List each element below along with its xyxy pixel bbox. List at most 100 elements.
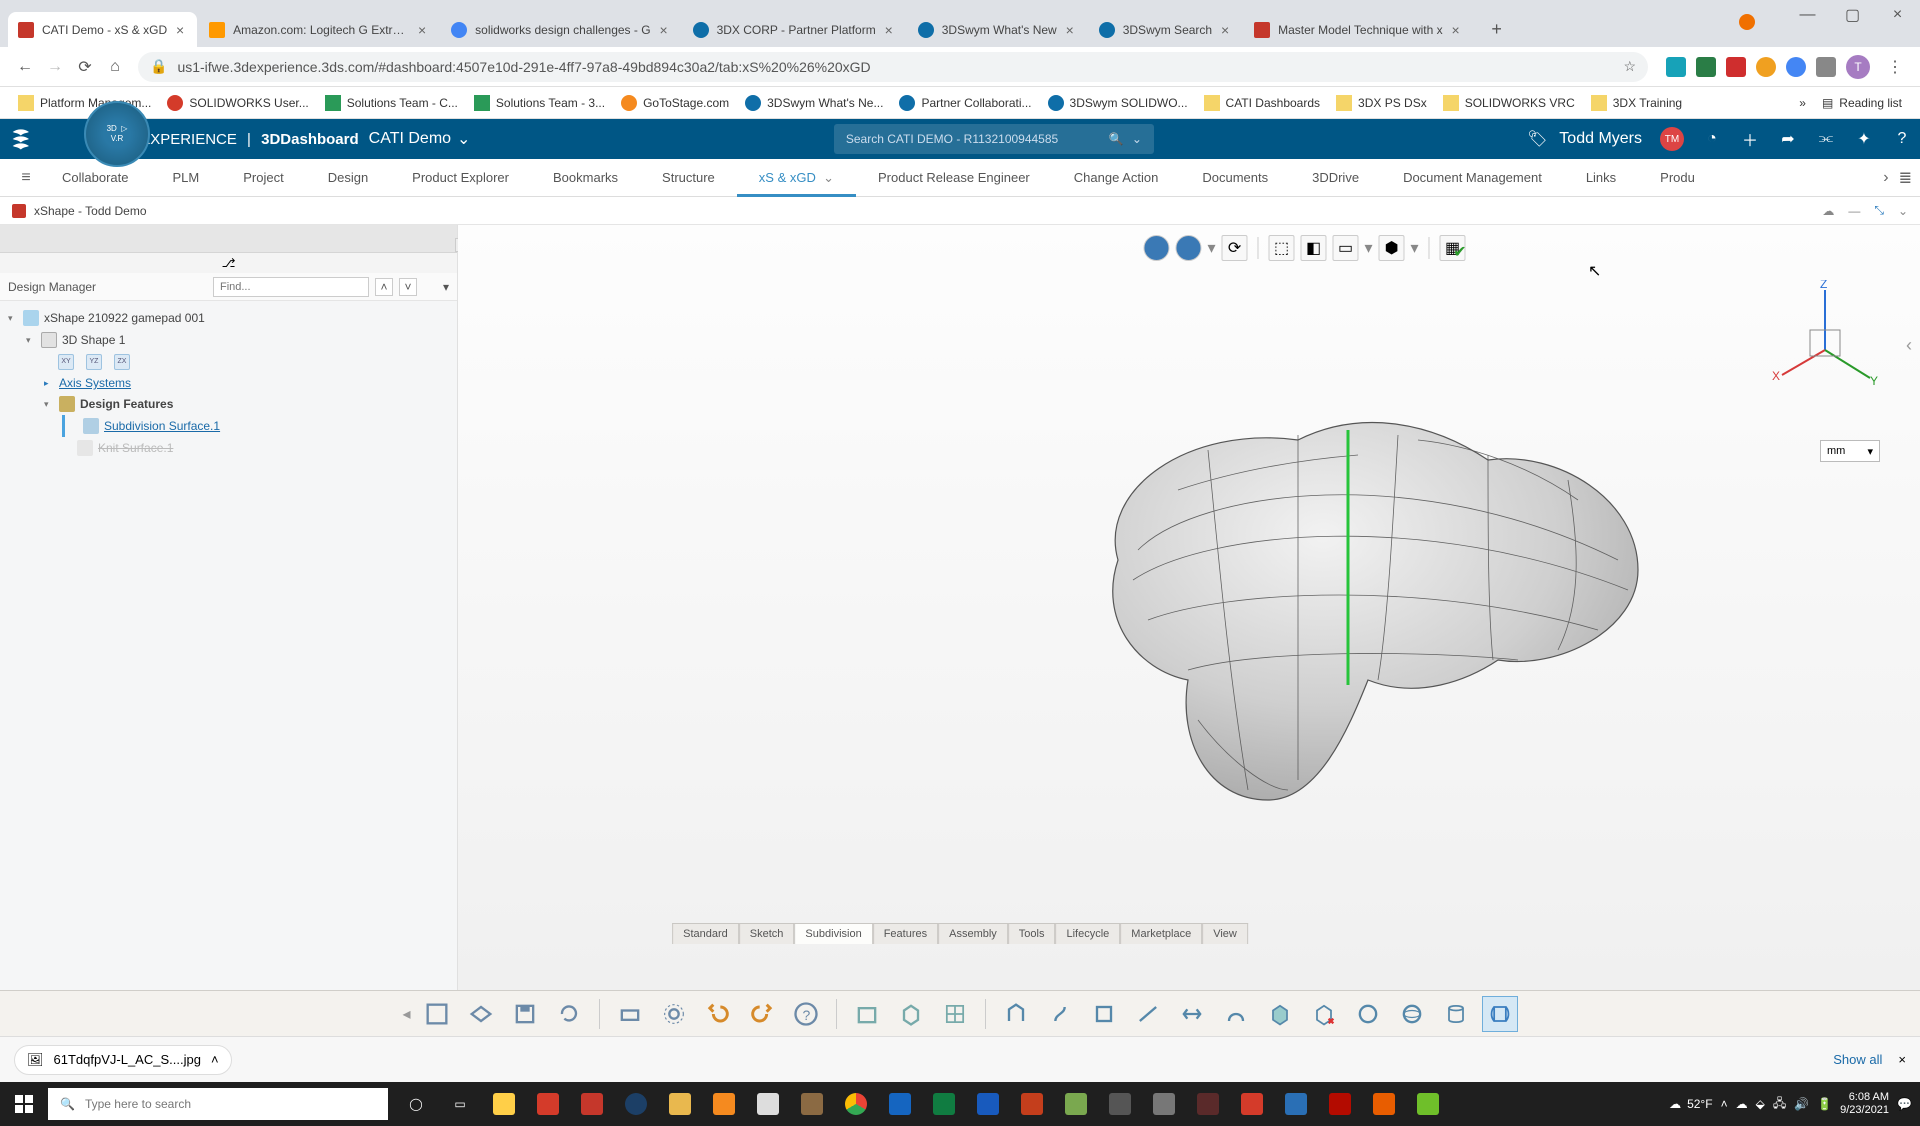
taskbar-app-icon[interactable]: [570, 1082, 614, 1126]
cmd-open-icon[interactable]: [463, 996, 499, 1032]
battery-icon[interactable]: 🔋: [1817, 1097, 1832, 1111]
cmd-globe-icon[interactable]: [1394, 996, 1430, 1032]
cmd-tab-assembly[interactable]: Assembly: [938, 923, 1008, 944]
taskbar-app-icon[interactable]: [790, 1082, 834, 1126]
dashboard-tab-product-explorer[interactable]: Product Explorer: [390, 159, 531, 196]
compass-icon[interactable]: 3D ▷V.R: [84, 101, 150, 167]
dashboard-tab-xs-xgd[interactable]: xS & xGD ⌄: [737, 159, 856, 196]
cmd-solid-icon[interactable]: [1262, 996, 1298, 1032]
cmd-tab-marketplace[interactable]: Marketplace: [1120, 923, 1202, 944]
cmd-tab-standard[interactable]: Standard: [672, 923, 739, 944]
cmd-redo-icon[interactable]: [744, 996, 780, 1032]
cmd-grid-icon[interactable]: [937, 996, 973, 1032]
weather-widget[interactable]: ☁ 52°F: [1669, 1097, 1712, 1111]
dashboard-tab-links[interactable]: Links: [1564, 159, 1638, 196]
close-tab-icon[interactable]: ×: [173, 23, 187, 37]
cmd-sphere-icon[interactable]: [1350, 996, 1386, 1032]
bookmark-item[interactable]: 3DX PS DSx: [1328, 91, 1435, 115]
cmd-delete-icon[interactable]: [1306, 996, 1342, 1032]
network-icon[interactable]: 🖧: [1773, 1094, 1786, 1115]
download-item[interactable]: 🖼 61TdqfpVJ-L_AC_S....jpg ˄: [14, 1045, 232, 1075]
nav-forward-button[interactable]: →: [40, 52, 70, 82]
extension-icon[interactable]: [1786, 57, 1806, 77]
dropdown-icon[interactable]: ▾: [1207, 238, 1215, 258]
dashboard-tab-product-release[interactable]: Product Release Engineer: [856, 159, 1052, 196]
chrome-icon[interactable]: [834, 1082, 878, 1126]
cortana-icon[interactable]: ▭: [438, 1082, 482, 1126]
plane-xy-icon[interactable]: XY: [58, 354, 74, 370]
cmd-revolve-icon[interactable]: [1042, 996, 1078, 1032]
show-all-downloads[interactable]: Show all: [1833, 1052, 1882, 1067]
3d-viewport[interactable]: ▾ ⟳ ⬚ ◧ ▭ ▾ ⬢ ▾ ✔▦ ↖: [458, 225, 1920, 990]
dropdown-icon[interactable]: ▾: [1411, 238, 1419, 258]
tabs-scroll-right-icon[interactable]: ›: [1883, 169, 1888, 187]
cmd-print-icon[interactable]: [612, 996, 648, 1032]
bookmark-item[interactable]: Partner Collaborati...: [891, 91, 1039, 115]
find-prev-button[interactable]: ˄: [375, 278, 393, 296]
chevron-up-icon[interactable]: ˄: [211, 1052, 219, 1067]
search-chevron-icon[interactable]: ⌄: [1132, 132, 1142, 146]
browser-tab[interactable]: 3DX CORP - Partner Platform ×: [683, 12, 906, 47]
cmd-extrude-icon[interactable]: [998, 996, 1034, 1032]
cmd-primitive-box-icon[interactable]: [849, 996, 885, 1032]
browser-tab[interactable]: 3DSwym What's New ×: [908, 12, 1087, 47]
view-select-icon[interactable]: ▭: [1333, 235, 1359, 261]
cmd-cylinder-icon[interactable]: [1438, 996, 1474, 1032]
dashboard-tab-collaborate[interactable]: Collaborate: [40, 159, 151, 196]
tree-root[interactable]: ▾ xShape 210922 gamepad 001: [8, 307, 449, 329]
browser-tab[interactable]: solidworks design challenges - G ×: [441, 12, 680, 47]
dashboard-tab-3ddrive[interactable]: 3DDrive: [1290, 159, 1381, 196]
view-box-icon[interactable]: ⬢: [1379, 235, 1405, 261]
notifications-icon[interactable]: ◔: [1702, 129, 1722, 149]
cmd-tab-sketch[interactable]: Sketch: [739, 923, 795, 944]
extension-icon[interactable]: [1726, 57, 1746, 77]
bookmark-item[interactable]: SOLIDWORKS VRC: [1435, 91, 1583, 115]
view-check-icon[interactable]: ✔▦: [1440, 235, 1466, 261]
close-window-button[interactable]: ×: [1875, 0, 1920, 30]
cmd-bend-icon[interactable]: [1218, 996, 1254, 1032]
taskbar-app-icon[interactable]: [746, 1082, 790, 1126]
browser-tab[interactable]: 3DSwym Search ×: [1089, 12, 1242, 47]
task-view-icon[interactable]: ◯: [394, 1082, 438, 1126]
address-bar[interactable]: 🔒 us1-ifwe.3dexperience.3ds.com/#dashboa…: [138, 52, 1648, 82]
taskbar-app-icon[interactable]: [1142, 1082, 1186, 1126]
right-panel-expand-icon[interactable]: ‹: [1906, 335, 1912, 356]
tree-node-subdiv[interactable]: Subdivision Surface.1: [62, 415, 449, 437]
tree-node-shape[interactable]: ▾ 3D Shape 1: [26, 329, 449, 351]
tree-node-axis[interactable]: ▸ Axis Systems: [44, 373, 449, 393]
solidworks-icon[interactable]: [1230, 1082, 1274, 1126]
acrobat-icon[interactable]: [1318, 1082, 1362, 1126]
tree-node-knit[interactable]: Knit Surface.1: [62, 437, 449, 459]
close-tab-icon[interactable]: ×: [1063, 23, 1077, 37]
cmd-tab-lifecycle[interactable]: Lifecycle: [1055, 923, 1120, 944]
ds-logo-icon[interactable]: [8, 125, 36, 153]
sidebar-toggle-icon[interactable]: ≡: [12, 169, 40, 187]
taskbar-app-icon[interactable]: [1054, 1082, 1098, 1126]
extension-icon[interactable]: [1696, 57, 1716, 77]
bookmark-item[interactable]: Solutions Team - 3...: [466, 91, 613, 115]
cmd-subdiv-icon[interactable]: [1482, 996, 1518, 1032]
dashboard-tab-design[interactable]: Design: [306, 159, 390, 196]
taskbar-app-icon[interactable]: [702, 1082, 746, 1126]
explorer-icon[interactable]: [482, 1082, 526, 1126]
view-rotate-icon[interactable]: ⟳: [1222, 235, 1248, 261]
bookmark-item[interactable]: 3DX Training: [1583, 91, 1690, 115]
plane-zx-icon[interactable]: ZX: [114, 354, 130, 370]
taskbar-search-input[interactable]: 🔍 Type here to search: [48, 1088, 388, 1120]
bookmark-item[interactable]: CATI Dashboards: [1196, 91, 1328, 115]
context-dropdown[interactable]: CATI Demo ⌄: [369, 129, 471, 149]
widget-minimize-icon[interactable]: —: [1848, 204, 1860, 218]
bookmark-item[interactable]: Solutions Team - C...: [317, 91, 466, 115]
dashboard-tab-documents[interactable]: Documents: [1180, 159, 1290, 196]
excel-icon[interactable]: [922, 1082, 966, 1126]
view-measure-icon[interactable]: ⬚: [1269, 235, 1295, 261]
cmd-refresh-icon[interactable]: [551, 996, 587, 1032]
dashboard-tab-bookmarks[interactable]: Bookmarks: [531, 159, 640, 196]
browser-tab[interactable]: Amazon.com: Logitech G Extrem ×: [199, 12, 439, 47]
bookmark-item[interactable]: 3DSwym What's Ne...: [737, 91, 891, 115]
start-button[interactable]: [0, 1082, 48, 1126]
taskbar-app-icon[interactable]: [1186, 1082, 1230, 1126]
unit-dropdown[interactable]: mm ▾: [1820, 440, 1880, 462]
onedrive-icon[interactable]: ☁: [1736, 1097, 1748, 1111]
minimize-button[interactable]: —: [1785, 0, 1830, 30]
